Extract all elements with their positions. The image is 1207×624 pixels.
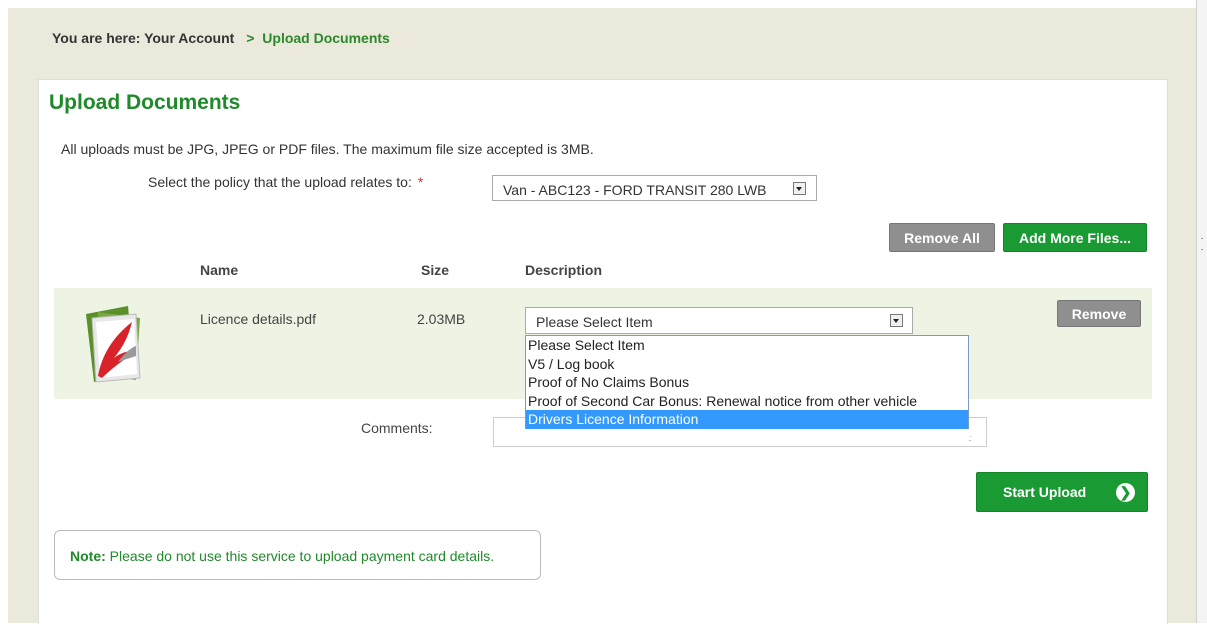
dropdown-option[interactable]: Please Select Item [526,336,968,355]
chevron-down-icon[interactable] [793,182,806,195]
comments-label: Comments: [361,420,433,436]
dropdown-option[interactable]: Proof of No Claims Bonus [526,373,968,392]
remove-file-button[interactable]: Remove [1057,300,1141,327]
resize-grip-icon[interactable]: .: [968,433,972,443]
column-header-size: Size [421,262,450,278]
policy-select-label: Select the policy that the upload relate… [148,174,423,190]
policy-label-text: Select the policy that the upload relate… [148,174,412,190]
breadcrumb-prefix: You are here: [52,30,141,46]
breadcrumb-link-your-account[interactable]: Your Account [144,30,234,46]
policy-select-value: Van - ABC123 - FORD TRANSIT 280 LWB [503,182,767,198]
dropdown-option-highlighted[interactable]: Drivers Licence Information [526,410,968,429]
window-scrollbar[interactable] [1196,0,1207,623]
dropdown-option[interactable]: V5 / Log book [526,355,968,374]
note-text: Please do not use this service to upload… [109,548,495,564]
add-more-files-button[interactable]: Add More Files... [1003,223,1147,252]
note-label: Note: [70,548,106,564]
policy-select[interactable]: Van - ABC123 - FORD TRANSIT 280 LWB [492,175,817,201]
description-select[interactable]: Please Select Item [525,307,913,334]
breadcrumb-separator: > [246,30,255,46]
scrollbar-grip[interactable] [1201,238,1203,250]
chevron-down-icon[interactable] [890,314,903,327]
remove-all-button[interactable]: Remove All [889,223,995,252]
column-header-name: Name [200,262,239,278]
file-name: Licence details.pdf [200,311,316,327]
description-select-value: Please Select Item [536,314,653,330]
start-upload-label: Start Upload [1003,484,1087,500]
description-dropdown-list[interactable]: Please Select Item V5 / Log book Proof o… [525,335,969,429]
dropdown-option[interactable]: Proof of Second Car Bonus: Renewal notic… [526,392,968,411]
chevron-right-icon: ❯ [1116,483,1135,502]
page-title: Upload Documents [49,91,241,114]
column-header-description: Description [525,262,603,278]
start-upload-button[interactable]: Start Upload ❯ [976,472,1148,512]
breadcrumb: You are here: Your Account > Upload Docu… [52,30,390,46]
upload-rules-text: All uploads must be JPG, JPEG or PDF fil… [61,141,594,157]
file-size: 2.03MB [417,311,466,327]
required-marker: * [417,174,424,190]
pdf-file-icon [86,306,141,383]
note-box: Note: Please do not use this service to … [54,530,541,580]
breadcrumb-current: Upload Documents [262,30,390,46]
